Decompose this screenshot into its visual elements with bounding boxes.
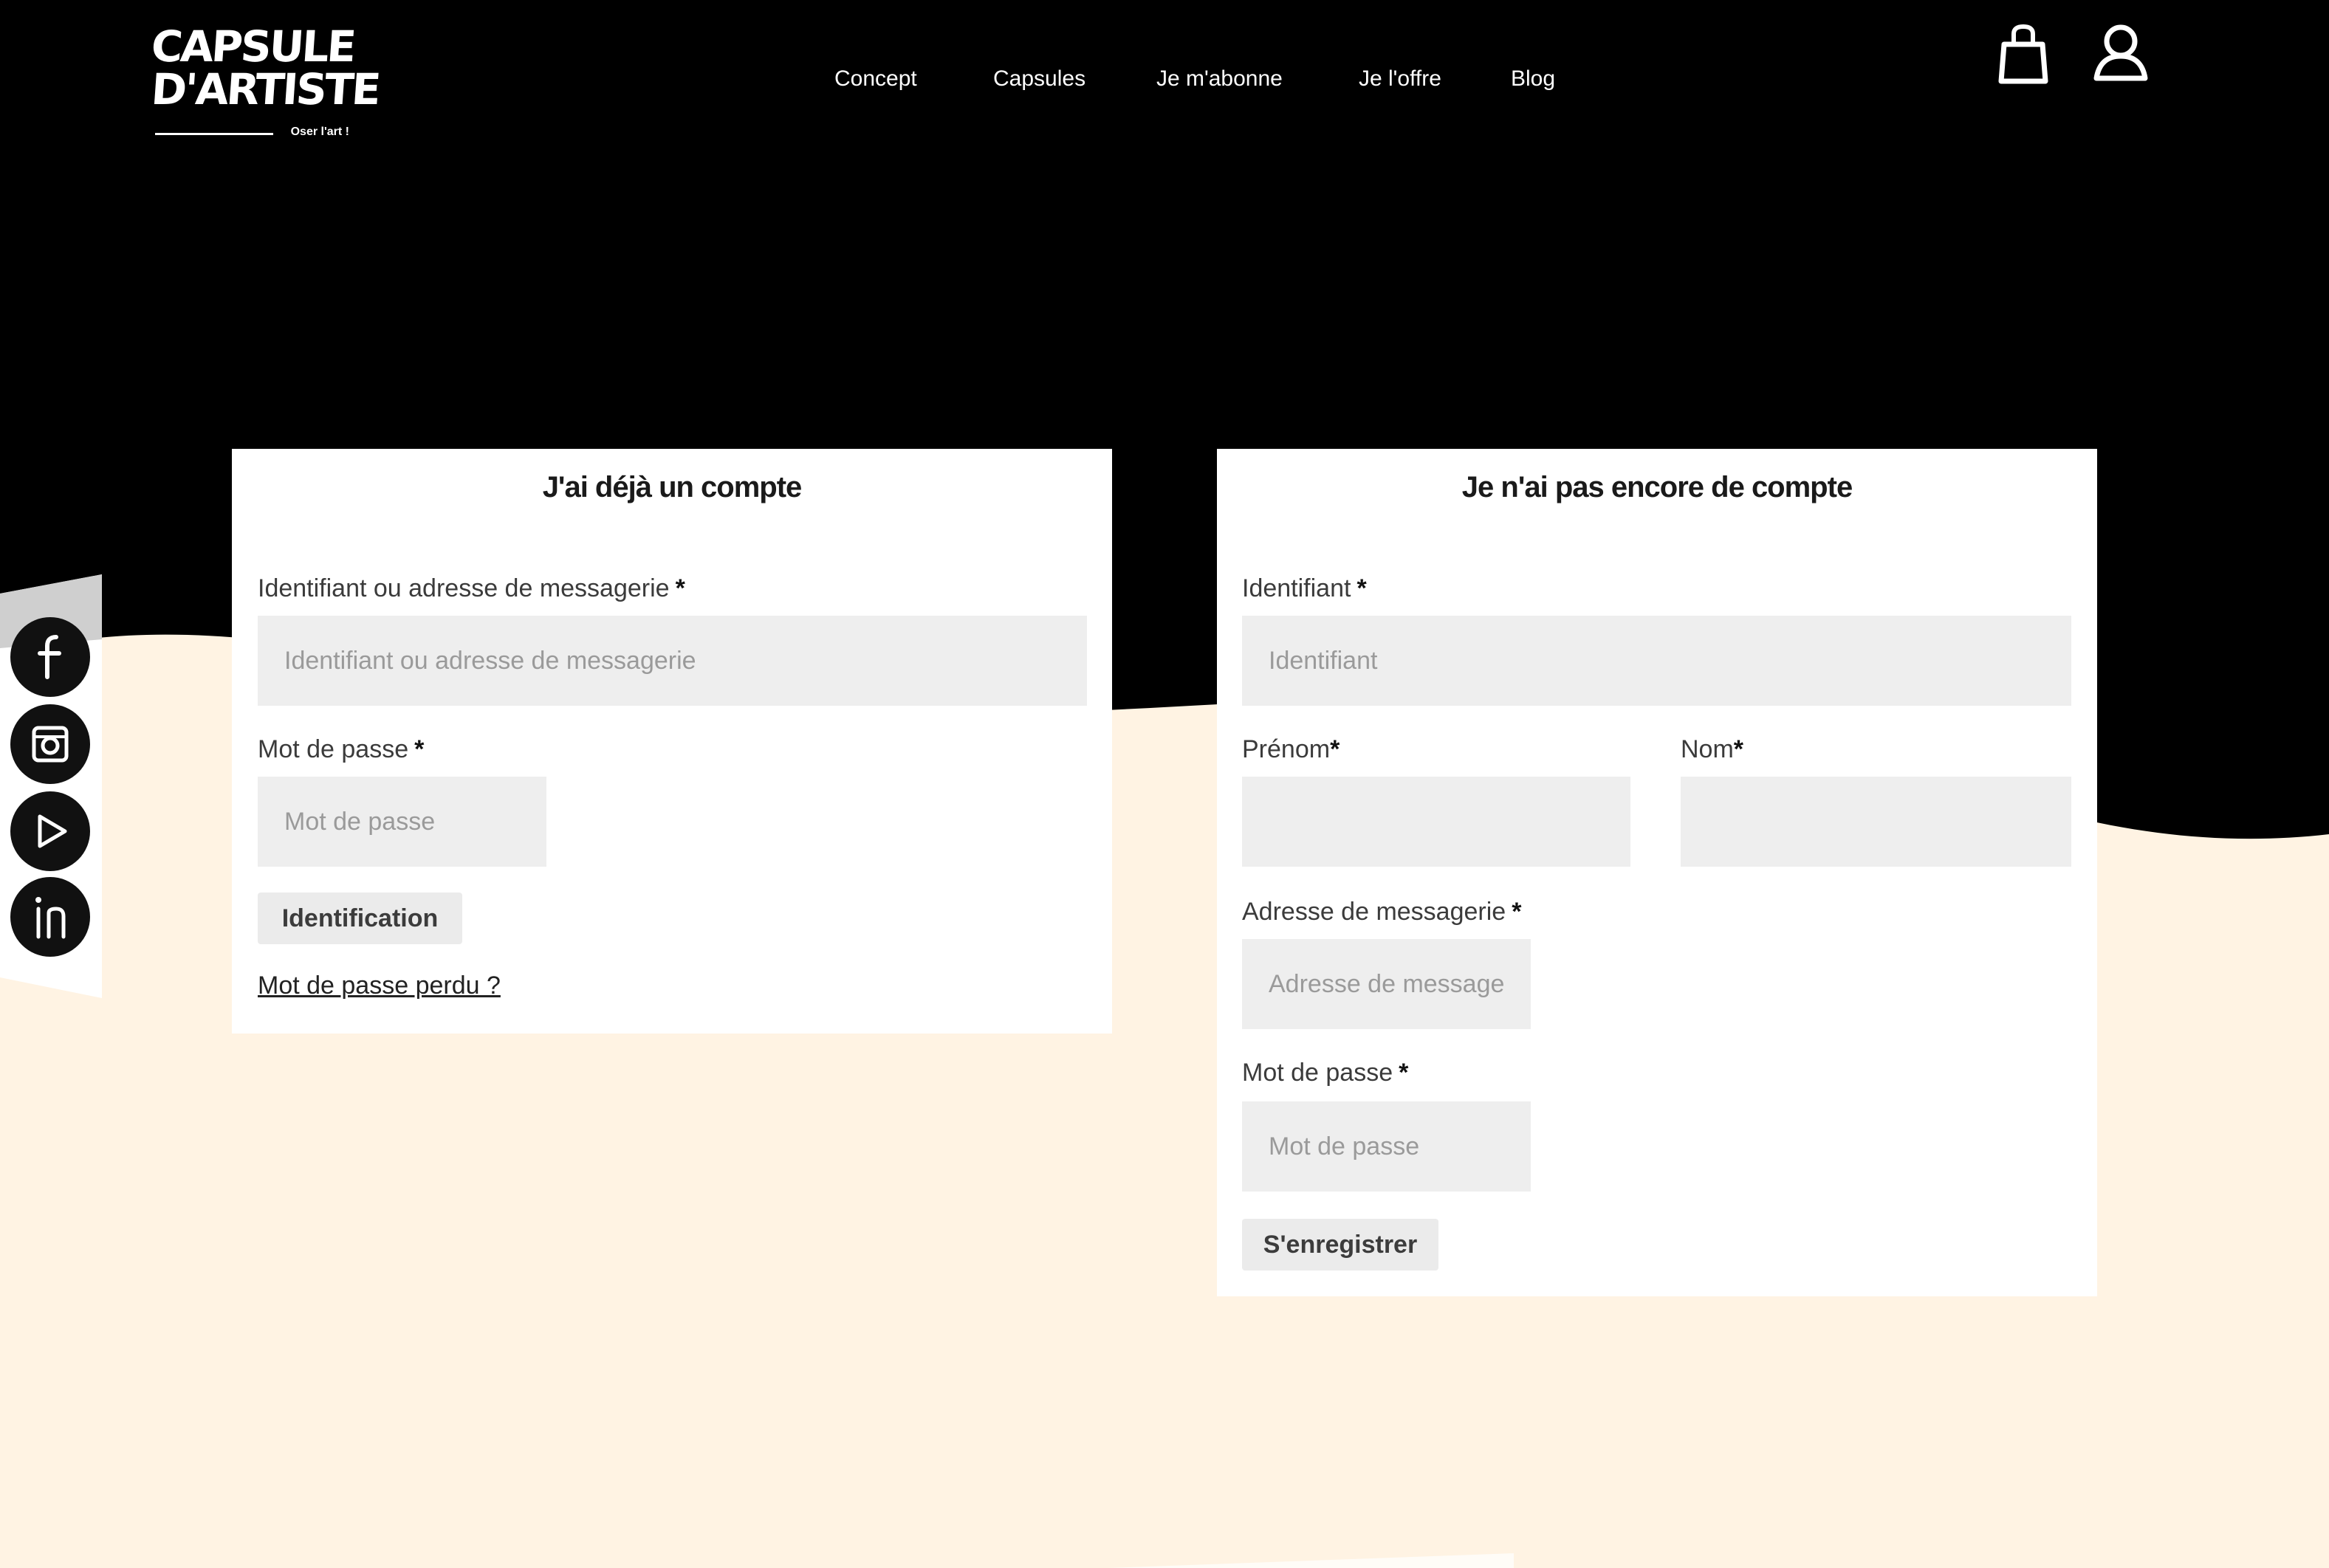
register-email-label-text: Adresse de messagerie xyxy=(1242,898,1506,926)
nav-item-subscribe[interactable]: Je m'abonne xyxy=(1156,66,1283,92)
lastname-label-text: Nom xyxy=(1681,735,1734,763)
login-password-input[interactable] xyxy=(258,777,546,867)
nav-item-gift[interactable]: Je l'offre xyxy=(1359,66,1441,92)
register-username-label-text: Identifiant xyxy=(1242,574,1351,602)
lost-password-link[interactable]: Mot de passe perdu ? xyxy=(258,972,501,1000)
username-email-label-text: Identifiant ou adresse de messagerie xyxy=(258,574,670,602)
social-sidebar xyxy=(0,574,102,998)
lastname-label: Nom* xyxy=(1681,735,1743,764)
login-password-label-text: Mot de passe xyxy=(258,735,409,763)
required-marker: * xyxy=(1356,574,1367,602)
nav-item-blog[interactable]: Blog xyxy=(1511,66,1555,92)
nav-item-capsules[interactable]: Capsules xyxy=(993,66,1085,92)
facebook-icon xyxy=(38,635,61,679)
username-email-label: Identifiant ou adresse de messagerie * xyxy=(258,574,685,603)
register-username-input[interactable] xyxy=(1242,616,2071,706)
instagram-link[interactable] xyxy=(10,704,90,784)
instagram-icon xyxy=(32,726,69,763)
linkedin-link[interactable] xyxy=(10,877,90,957)
firstname-input[interactable] xyxy=(1242,777,1630,867)
required-marker: * xyxy=(1733,735,1744,763)
youtube-link[interactable] xyxy=(10,791,90,871)
firstname-label-text: Prénom xyxy=(1242,735,1331,763)
required-marker: * xyxy=(414,735,425,763)
register-password-label-text: Mot de passe xyxy=(1242,1059,1393,1087)
firstname-label: Prénom* xyxy=(1242,735,1340,764)
register-username-label: Identifiant * xyxy=(1242,574,1367,603)
required-marker: * xyxy=(1399,1059,1409,1087)
login-title: J'ai déjà un compte xyxy=(542,471,803,503)
login-form: J'ai déjà un compte Identifiant ou adres… xyxy=(232,449,1112,1034)
register-email-label: Adresse de messagerie * xyxy=(1242,898,1521,926)
cart-button[interactable] xyxy=(1994,22,2053,89)
shopping-bag-icon xyxy=(1998,24,2048,84)
login-password-label: Mot de passe * xyxy=(258,735,424,764)
logo-divider xyxy=(155,133,273,135)
youtube-icon xyxy=(38,814,67,848)
site-logo[interactable]: CAPSULE D'ARTISTE Oser l'art ! xyxy=(149,21,381,143)
required-marker: * xyxy=(675,574,685,602)
site-header: CAPSULE D'ARTISTE Oser l'art ! Concept C… xyxy=(0,0,2329,170)
facebook-link[interactable] xyxy=(10,617,90,697)
logo-tagline: Oser l'art ! xyxy=(290,125,349,138)
required-marker: * xyxy=(1512,898,1522,926)
register-email-input[interactable] xyxy=(1242,939,1531,1029)
logo-text-line2: D'ARTISTE xyxy=(149,64,381,114)
register-password-label: Mot de passe * xyxy=(1242,1059,1408,1087)
account-button[interactable] xyxy=(2091,22,2150,89)
register-title: Je n'ai pas encore de compte xyxy=(1461,471,1853,503)
user-icon xyxy=(2093,24,2148,81)
logo-text-line1: CAPSULE xyxy=(149,21,356,72)
required-marker: * xyxy=(1330,735,1340,763)
login-button[interactable]: Identification xyxy=(258,893,462,944)
register-button[interactable]: S'enregistrer xyxy=(1242,1219,1438,1270)
username-email-input[interactable] xyxy=(258,616,1087,706)
linkedin-icon xyxy=(35,897,66,939)
lastname-input[interactable] xyxy=(1681,777,2071,867)
nav-item-concept[interactable]: Concept xyxy=(834,66,917,92)
register-password-input[interactable] xyxy=(1242,1101,1531,1192)
register-form: Je n'ai pas encore de compte Identifiant… xyxy=(1217,449,2097,1296)
